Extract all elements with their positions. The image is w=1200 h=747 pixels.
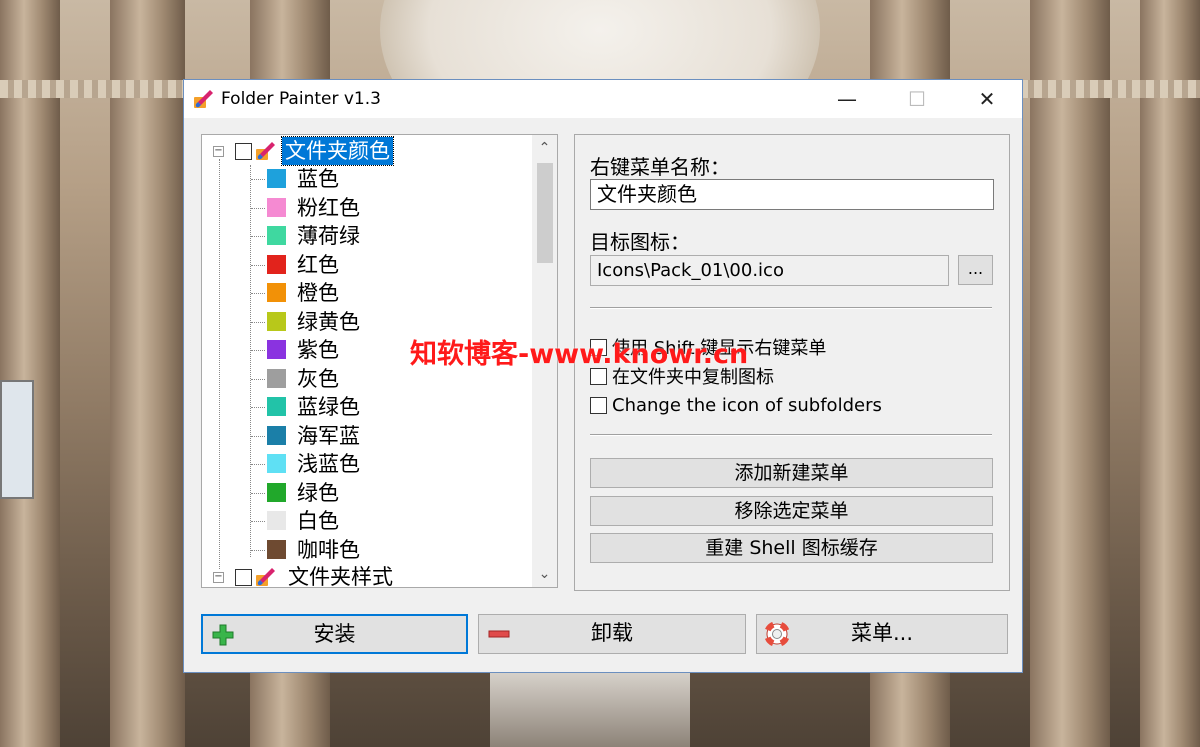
background-column (110, 0, 185, 747)
tree-connector-line (251, 521, 265, 522)
option-checkbox-row[interactable]: Change the icon of subfolders (590, 395, 882, 416)
tree-connector-line (251, 264, 265, 266)
target-icon-label: 目标图标： (590, 230, 690, 254)
collapse-toggle[interactable]: − (213, 572, 224, 583)
tree-root-label[interactable]: 文件夹颜色 (281, 136, 394, 166)
tree-item-label: 蓝绿色 (297, 395, 360, 419)
color-swatch-icon (267, 368, 286, 388)
color-swatch-icon (267, 197, 286, 217)
tree-connector-line (219, 159, 220, 569)
tree-item-label: 紫色 (297, 338, 339, 362)
tree-connector-line (251, 321, 265, 323)
tree-item-label: 绿色 (297, 480, 339, 505)
background-column (1030, 0, 1110, 747)
brush-icon (256, 142, 275, 160)
install-label: 安装 (313, 622, 356, 646)
color-swatch-icon (267, 511, 286, 530)
tree-item-label: 粉红色 (297, 195, 360, 220)
color-swatch-icon (267, 397, 286, 416)
color-swatch-icon (267, 311, 286, 331)
menu-name-label: 右键菜单名称： (590, 155, 730, 179)
background-column (0, 0, 60, 747)
browse-icon-button[interactable]: ... (958, 255, 993, 285)
install-button[interactable]: 安装 (201, 614, 468, 654)
divider (590, 307, 992, 309)
tree-connector-line (251, 350, 265, 351)
color-swatch-icon (267, 482, 286, 502)
tree-connector-line (251, 435, 265, 437)
close-button[interactable]: ✕ (952, 80, 1022, 118)
collapse-toggle[interactable]: − (213, 146, 224, 157)
color-swatch-icon (267, 169, 286, 188)
tree-item-label: 白色 (297, 509, 339, 533)
background-column (1140, 0, 1200, 747)
rebuild-icon-cache-button[interactable]: 重建 Shell 图标缓存 (590, 533, 993, 563)
tree-item-label: 灰色 (297, 366, 339, 391)
tree-root-label[interactable]: 文件夹样式 (288, 563, 393, 587)
menu-button[interactable]: 菜单... (756, 614, 1008, 654)
background-display-case (0, 380, 34, 499)
color-swatch-icon (267, 254, 286, 274)
uninstall-label: 卸载 (591, 621, 633, 645)
title-bar: Folder Painter v1.3 — ☐ ✕ (184, 80, 1022, 118)
target-icon-path[interactable]: Icons\Pack_01\00.ico (590, 255, 949, 286)
scroll-down-icon[interactable]: ⌄ (532, 563, 557, 585)
maximize-button[interactable]: ☐ (882, 80, 952, 118)
tree-connector-line (251, 207, 265, 209)
watermark-text: 知软博客-www.knowr.cn (410, 339, 749, 370)
background-cornice (0, 80, 190, 98)
tree-connector-line (251, 549, 265, 551)
remove-menu-button[interactable]: 移除选定菜单 (590, 496, 993, 526)
folder-painter-window: Folder Painter v1.3 — ☐ ✕ − 文件夹颜色 蓝色粉红色薄… (183, 79, 1023, 673)
tree-item-label: 浅蓝色 (297, 452, 360, 476)
tree-connector-line (251, 492, 265, 494)
tree-connector-line (250, 165, 251, 557)
root-checkbox[interactable] (235, 569, 252, 586)
tree-item-label: 绿黄色 (297, 309, 360, 334)
menu-label: 菜单... (850, 621, 914, 645)
add-menu-button[interactable]: 添加新建菜单 (590, 458, 993, 488)
background-lower-hall (490, 672, 690, 747)
tree-item-label: 薄荷绿 (297, 224, 360, 248)
tree-connector-line (251, 464, 265, 465)
window-title: Folder Painter v1.3 (221, 89, 381, 109)
color-swatch-icon (267, 539, 286, 559)
tree-item-label: 蓝色 (297, 167, 339, 191)
uninstall-button[interactable]: 卸载 (478, 614, 746, 654)
scroll-thumb[interactable] (537, 163, 553, 263)
divider (590, 434, 992, 436)
tree-item-label: 咖啡色 (297, 537, 360, 562)
menu-name-input[interactable]: 文件夹颜色 (590, 179, 994, 210)
option-label: Change the icon of subfolders (612, 395, 882, 416)
background-cornice (1020, 80, 1200, 98)
minimize-button[interactable]: — (812, 80, 882, 118)
scroll-up-icon[interactable]: ⌃ (532, 137, 557, 159)
tree-connector-line (251, 407, 265, 408)
checkbox[interactable] (590, 397, 607, 414)
tree-item-label: 橙色 (297, 281, 339, 305)
brush-icon (256, 568, 275, 586)
color-swatch-icon (267, 454, 286, 473)
color-swatch-icon (267, 283, 286, 302)
tree-connector-line (251, 236, 265, 237)
brush-icon (194, 90, 213, 108)
tree-item-label: 海军蓝 (297, 423, 360, 448)
root-checkbox[interactable] (235, 143, 252, 160)
color-swatch-icon (267, 340, 286, 359)
color-swatch-icon (267, 425, 286, 445)
tree-connector-line (251, 378, 265, 380)
tree-connector-line (251, 293, 265, 294)
color-swatch-icon (267, 226, 286, 245)
tree-item-label: 红色 (297, 252, 339, 277)
tree-connector-line (251, 179, 265, 180)
